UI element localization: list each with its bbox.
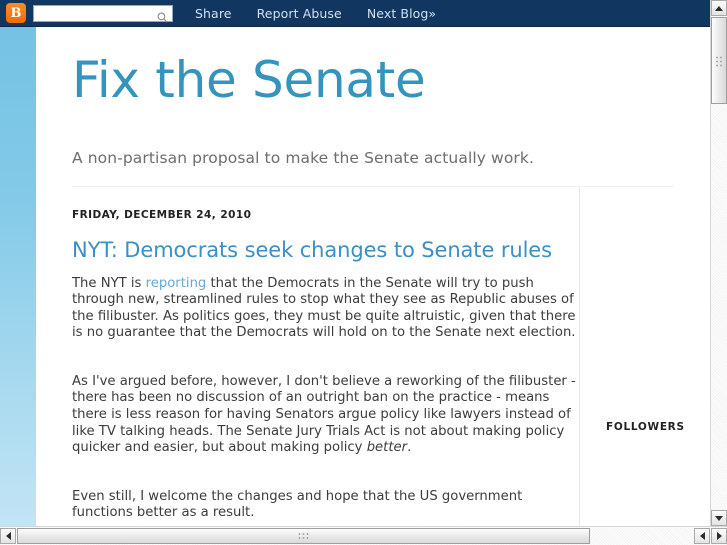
left-decorative-stripe [0,27,36,526]
navbar-link-report-abuse[interactable]: Report Abuse [257,6,342,21]
paragraph2-text-before: As I've argued before, however, I don't … [72,373,576,456]
main-column: FRIDAY, DECEMBER 24, 2010 NYT: Democrats… [72,187,577,527]
vertical-scrollbar-thumb[interactable] [711,17,727,104]
post-paragraph-2: As I've argued before, however, I don't … [72,374,577,457]
scroll-right-button[interactable] [711,528,727,544]
blogger-logo[interactable]: B [6,3,26,23]
page-title: Fix the Senate [72,51,426,109]
post-date: FRIDAY, DECEMBER 24, 2010 [72,208,252,221]
browser-viewport: B Share Report Abuse Next Blog» Fix the … [0,0,727,545]
columns-wrapper: FRIDAY, DECEMBER 24, 2010 NYT: Democrats… [36,186,710,527]
chevron-down-icon [715,515,723,521]
navbar-link-share[interactable]: Share [195,6,232,21]
scroll-left-button-secondary[interactable] [694,528,710,544]
page-content: Fix the Senate A non-partisan proposal t… [0,27,710,526]
navbar-search[interactable] [33,4,173,23]
scrollbar-grip-icon [715,55,723,66]
blog-description: A non-partisan proposal to make the Sena… [72,148,534,167]
blogger-logo-letter: B [10,5,22,21]
post-body: The NYT is reporting that the Democrats … [72,276,577,523]
chevron-left-icon [5,532,11,540]
navbar-links: Share Report Abuse Next Blog» [195,6,436,21]
scrollbar-grip-icon [297,532,310,540]
search-input[interactable] [34,5,156,21]
chevron-right-icon [716,532,722,540]
search-icon[interactable] [157,8,168,23]
scroll-left-button[interactable] [0,528,16,544]
paragraph2-emphasis: better [366,440,408,456]
blog-header: Fix the Senate A non-partisan proposal t… [36,27,710,167]
post-paragraph-3: Even still, I welcome the changes and ho… [72,488,523,521]
navbar-link-next-blog[interactable]: Next Blog» [367,6,436,21]
chevron-up-icon [715,5,723,11]
vertical-scrollbar[interactable] [710,0,727,526]
paragraph2-text-after: . [407,440,412,456]
horizontal-scrollbar[interactable] [0,526,727,545]
blog-content: Fix the Senate A non-partisan proposal t… [36,27,710,526]
scroll-up-button[interactable] [711,0,727,16]
followers-widget-title: FOLLOWERS [606,420,685,433]
scroll-down-button[interactable] [711,510,727,526]
chevron-left-icon [699,532,705,540]
sidebar: FOLLOWERS [579,186,710,526]
horizontal-scrollbar-thumb[interactable] [17,528,590,544]
post-title[interactable]: NYT: Democrats seek changes to Senate ru… [72,238,577,262]
post-paragraph-1: The NYT is reporting that the Democrats … [72,276,577,342]
blogger-navbar: B Share Report Abuse Next Blog» [0,0,710,27]
reporting-link[interactable]: reporting [146,276,207,291]
paragraph1-text-before: The NYT is [72,275,146,291]
